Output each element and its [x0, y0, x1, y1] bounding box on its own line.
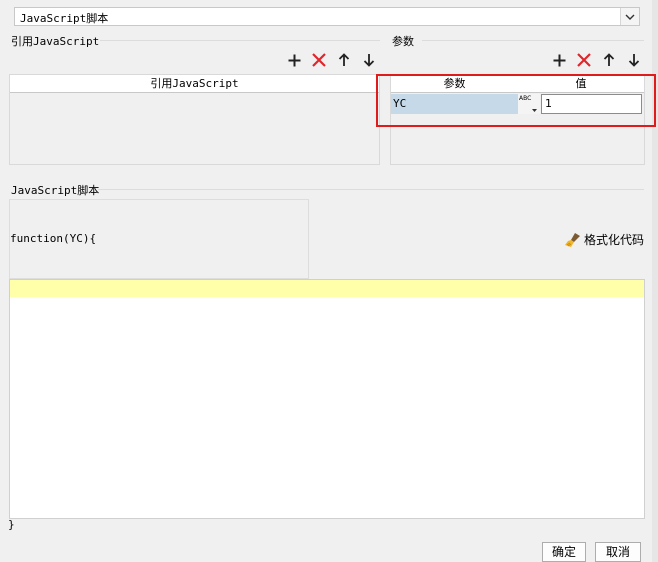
- script-divider: [98, 189, 644, 190]
- add-parameter-button[interactable]: [550, 51, 568, 69]
- format-code-label: 格式化代码: [584, 233, 645, 247]
- chevron-down-icon[interactable]: [620, 8, 639, 25]
- delete-reference-button[interactable]: [310, 51, 328, 69]
- parameters-section-label: 参数: [392, 35, 414, 48]
- plus-icon: [288, 54, 300, 66]
- arrow-up-icon: [338, 53, 350, 66]
- brush-icon: [565, 232, 580, 247]
- script-editor[interactable]: [9, 279, 645, 519]
- delete-parameter-button[interactable]: [575, 51, 593, 69]
- move-reference-down-button[interactable]: [360, 51, 378, 69]
- delete-icon: [577, 53, 591, 67]
- add-reference-button[interactable]: [285, 51, 303, 69]
- editor-current-line[interactable]: [10, 280, 644, 297]
- ok-button[interactable]: 确定: [542, 542, 586, 562]
- references-toolbar: [285, 51, 378, 69]
- arrow-down-icon: [628, 54, 640, 67]
- parameters-divider: [422, 40, 644, 41]
- script-section-label: JavaScript脚本: [11, 184, 100, 197]
- format-code-button[interactable]: 格式化代码: [564, 231, 644, 248]
- parameters-toolbar: [550, 51, 643, 69]
- arrow-up-icon: [603, 53, 615, 66]
- references-table[interactable]: 引用JavaScript: [9, 74, 380, 165]
- cancel-button[interactable]: 取消: [595, 542, 641, 562]
- references-section-label: 引用JavaScript: [11, 35, 100, 48]
- script-type-value: JavaScript脚本: [20, 12, 109, 25]
- annotation-highlight-box: [376, 74, 656, 127]
- closing-brace: }: [8, 518, 15, 531]
- references-divider: [100, 40, 380, 41]
- arrow-down-icon: [363, 54, 375, 67]
- script-type-select[interactable]: JavaScript脚本: [14, 7, 640, 26]
- function-signature: function(YC){: [10, 232, 97, 245]
- references-column-header[interactable]: 引用JavaScript: [10, 75, 379, 93]
- delete-icon: [312, 53, 326, 67]
- move-reference-up-button[interactable]: [335, 51, 353, 69]
- plus-icon: [553, 54, 565, 66]
- move-parameter-down-button[interactable]: [625, 51, 643, 69]
- move-parameter-up-button[interactable]: [600, 51, 618, 69]
